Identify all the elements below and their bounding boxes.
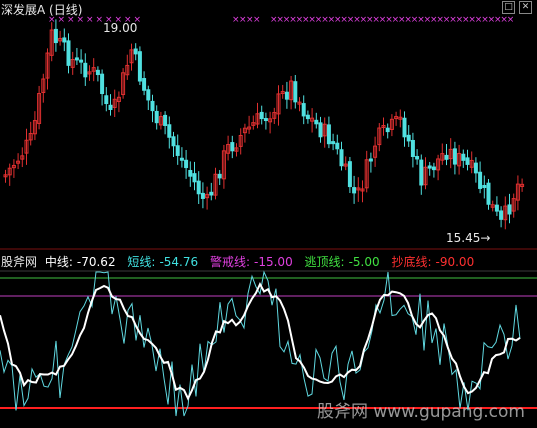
signal-marker: × xyxy=(96,15,104,25)
candle-body xyxy=(410,139,415,158)
candle-body xyxy=(230,142,235,152)
candle-body xyxy=(259,111,264,120)
candle-body xyxy=(171,136,176,147)
candle-body xyxy=(154,110,159,124)
high-price-label: 19.00 xyxy=(103,21,138,35)
candle-body xyxy=(150,100,155,112)
signal-marker: × xyxy=(86,15,94,25)
candle-body xyxy=(301,103,306,117)
shortline-series xyxy=(0,270,521,417)
warning-line-legend: 警戒线: -15.00 xyxy=(209,255,293,269)
candle-body xyxy=(314,119,319,125)
candle-body xyxy=(431,166,436,171)
indicator-name: 股斧网 xyxy=(1,255,38,269)
escape-top-line-legend: 逃顶线: -5.00 xyxy=(304,255,380,269)
candle-body xyxy=(419,159,424,186)
candle-body xyxy=(217,173,222,179)
candle-body xyxy=(192,173,197,183)
candle-body xyxy=(53,28,58,44)
candle-body xyxy=(196,180,201,195)
candle-body xyxy=(74,57,79,61)
candle-body xyxy=(263,118,268,122)
candle-body xyxy=(318,122,323,138)
candle-body xyxy=(406,134,411,142)
signal-marker: × xyxy=(253,15,261,25)
candle-body xyxy=(335,142,340,150)
candle-body xyxy=(175,145,180,156)
candle-body xyxy=(108,104,113,111)
candle-body xyxy=(326,124,331,145)
candle-body xyxy=(142,78,147,91)
close-button[interactable]: ✕ xyxy=(519,1,532,14)
candle-body xyxy=(331,141,336,145)
candle-body xyxy=(146,89,151,101)
candle-body xyxy=(402,117,407,138)
candle-body xyxy=(133,48,138,55)
candle-body xyxy=(461,153,466,161)
candle-body xyxy=(179,157,184,161)
candle-body xyxy=(494,204,499,212)
candle-body xyxy=(465,157,470,165)
candle-body xyxy=(188,169,193,177)
candle-body xyxy=(385,127,390,133)
watermark: 股斧网 www.gupang.com xyxy=(316,402,525,422)
candle-body xyxy=(352,187,357,194)
low-price-label: 15.45→ xyxy=(446,231,491,245)
maximize-button[interactable]: □ xyxy=(502,1,515,14)
candle-body xyxy=(482,185,487,189)
shortline-legend: 短线: -54.76 xyxy=(127,255,199,269)
candle-body xyxy=(62,37,67,43)
chart-canvas[interactable]: × × × × × × × × × × × × × × ××××××××××××××××××××××××××… xyxy=(0,0,537,428)
candle-body xyxy=(499,210,504,220)
candle-body xyxy=(167,124,172,138)
candle-body xyxy=(83,62,88,78)
candle-body xyxy=(100,73,105,95)
candle-body xyxy=(137,51,142,82)
candle-body xyxy=(486,182,491,205)
candle-body xyxy=(478,171,483,189)
candle-body xyxy=(339,149,344,167)
candle-body xyxy=(415,155,420,160)
candle-body xyxy=(79,59,84,63)
candle-body xyxy=(347,161,352,188)
candle-body xyxy=(305,114,310,120)
candle-body xyxy=(444,154,449,160)
candle-body xyxy=(104,95,109,105)
candle-body xyxy=(507,204,512,215)
chart-window: × × × × × × × × × × × × × × × × × × × × × × × × × × × × × × × × × × × × × × × ×… xyxy=(0,0,537,428)
candle-body xyxy=(184,159,189,169)
candle-body xyxy=(95,69,100,76)
candle-body xyxy=(427,165,432,169)
candle-body xyxy=(284,91,289,100)
midline-legend: 中线: -70.62 xyxy=(44,255,116,269)
candle-body xyxy=(452,148,457,165)
candle-body xyxy=(368,158,373,162)
candle-body xyxy=(473,162,478,174)
candle-body xyxy=(163,114,168,126)
signal-marker: × xyxy=(507,15,515,25)
candle-body xyxy=(209,191,214,196)
candle-body xyxy=(293,81,298,103)
chart-title: 深发展A (日线) xyxy=(1,3,83,17)
indicator-legend: 股斧网 中线: -70.62 短线: -54.76 警戒线: -15.00 逃顶线: -… xyxy=(1,253,482,270)
candle-body xyxy=(200,192,205,199)
candle-body xyxy=(66,40,71,66)
bottom-line-legend: 抄底线: -90.00 xyxy=(391,255,475,269)
